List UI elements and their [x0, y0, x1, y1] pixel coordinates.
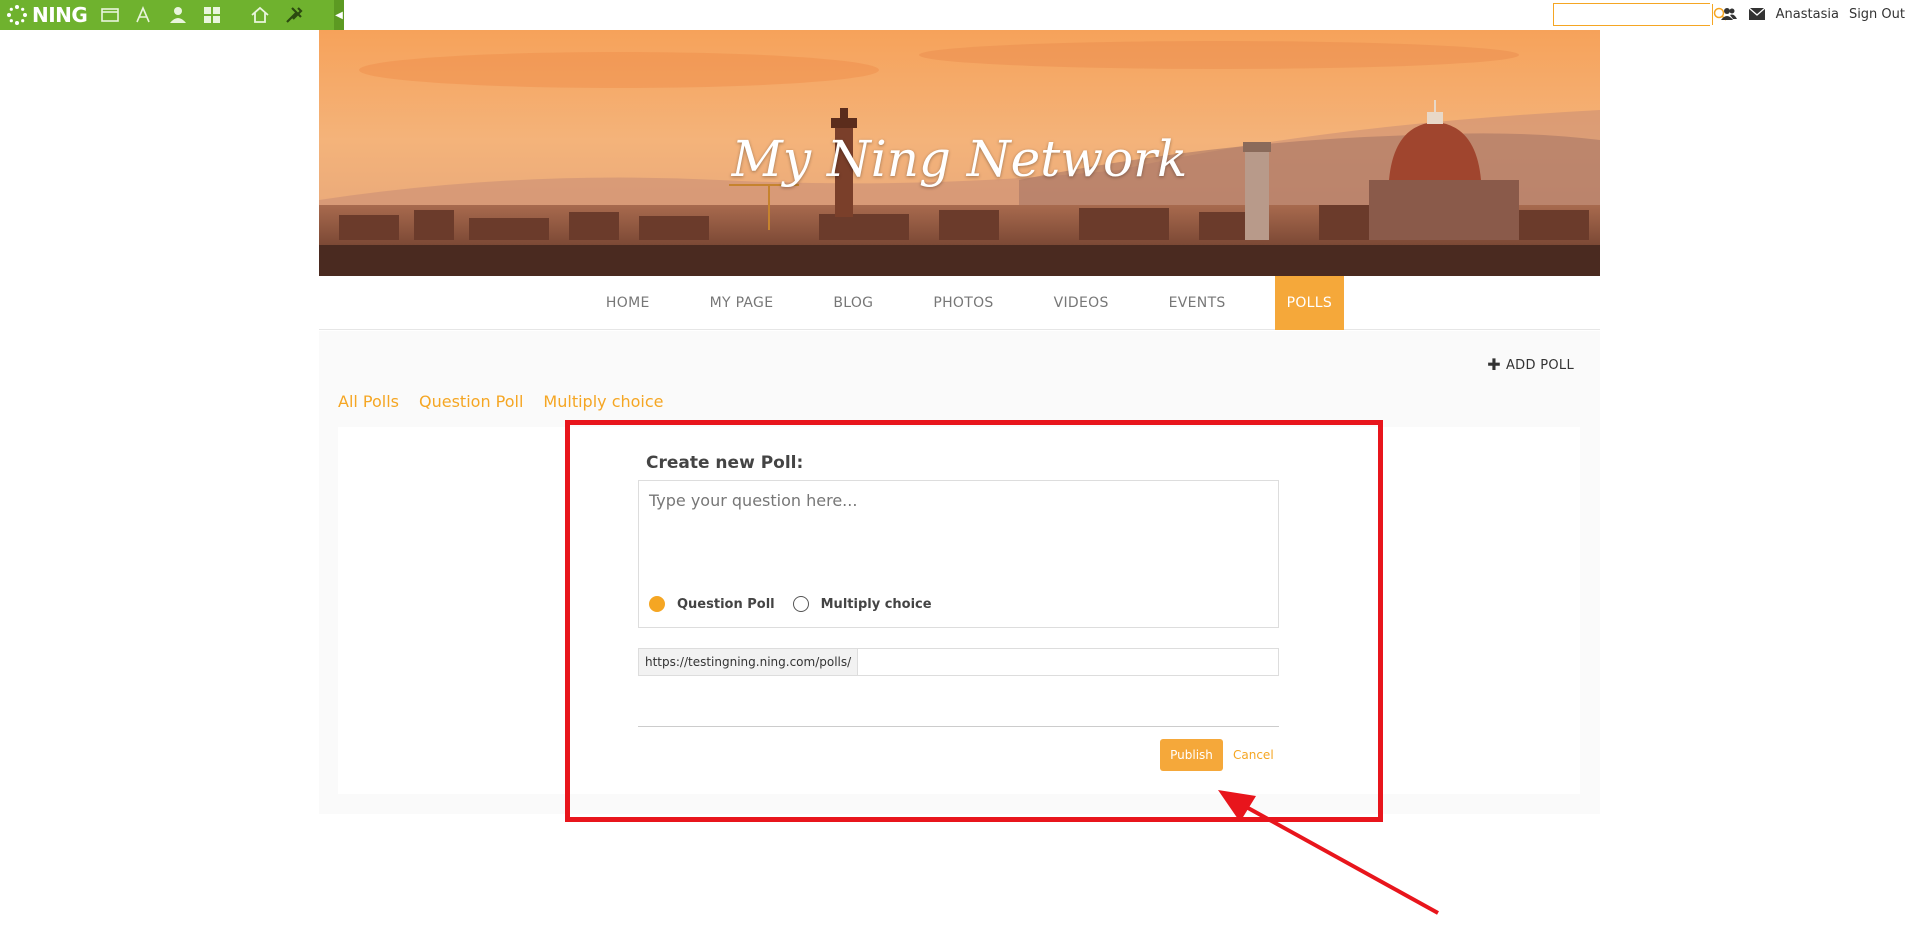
nav-item-polls[interactable]: POLLS: [1274, 276, 1345, 330]
grid-icon[interactable]: [201, 4, 223, 26]
sign-out-link[interactable]: Sign Out: [1849, 7, 1905, 22]
user-icon[interactable]: [167, 4, 189, 26]
url-slug-input[interactable]: [858, 649, 1278, 675]
nav-item-photos[interactable]: PHOTOS: [914, 276, 1012, 330]
form-divider: [638, 726, 1279, 727]
font-icon[interactable]: [133, 4, 155, 26]
tab-multiply-choice[interactable]: Multiply choice: [543, 392, 663, 411]
main-nav: HOME MY PAGE BLOG PHOTOS VIDEOS EVENTS P…: [319, 276, 1600, 330]
radio-multiply-choice[interactable]: [792, 596, 809, 612]
window-icon[interactable]: [99, 4, 121, 26]
user-bar: Anastasia Sign Out: [1552, 2, 1905, 26]
nav-item-blog[interactable]: BLOG: [814, 276, 892, 330]
nav-item-events[interactable]: EVENTS: [1150, 276, 1245, 330]
radio-question-poll[interactable]: [649, 596, 665, 612]
add-poll-button[interactable]: ✚ ADD POLL: [1487, 357, 1574, 373]
collapse-arrow-icon[interactable]: ◀: [334, 0, 344, 30]
question-box: Question Poll Multiply choice: [638, 480, 1279, 628]
search-box: [1552, 2, 1727, 26]
search-input[interactable]: [1553, 3, 1712, 25]
radio-question-poll-label[interactable]: Question Poll: [677, 597, 775, 612]
tab-question-poll[interactable]: Question Poll: [419, 392, 523, 411]
nav-item-home[interactable]: HOME: [587, 276, 669, 330]
poll-url-field: https://testingning.ning.com/polls/: [638, 648, 1279, 676]
poll-type-options: Question Poll Multiply choice: [649, 596, 932, 612]
form-title: Create new Poll:: [646, 453, 804, 473]
add-poll-label: ADD POLL: [1505, 357, 1574, 373]
poll-filter-tabs: All Polls Question Poll Multiply choice: [338, 392, 664, 411]
tools-icon[interactable]: [283, 4, 305, 26]
plus-icon: ✚: [1487, 355, 1501, 374]
url-prefix: https://testingning.ning.com/polls/: [639, 649, 859, 675]
question-input[interactable]: [639, 481, 1278, 576]
ning-logo[interactable]: NING: [0, 3, 88, 27]
friends-icon[interactable]: [1720, 5, 1738, 23]
publish-button[interactable]: Publish: [1160, 739, 1223, 771]
radio-multiply-choice-label[interactable]: Multiply choice: [821, 597, 932, 612]
nav-item-videos[interactable]: VIDEOS: [1035, 276, 1128, 330]
ning-logo-icon: [7, 5, 27, 25]
nav-item-my-page[interactable]: MY PAGE: [691, 276, 793, 330]
home-icon[interactable]: [249, 4, 271, 26]
mail-icon[interactable]: [1748, 5, 1766, 23]
site-title[interactable]: My Ning Network: [319, 130, 1600, 188]
cancel-link[interactable]: Cancel: [1233, 748, 1274, 762]
header-banner: My Ning Network: [319, 30, 1600, 276]
user-name-link[interactable]: Anastasia: [1776, 7, 1839, 22]
ning-logo-text: NING: [32, 3, 88, 27]
ning-admin-bar: NING ◀: [0, 0, 344, 30]
tab-all-polls[interactable]: All Polls: [338, 392, 399, 411]
